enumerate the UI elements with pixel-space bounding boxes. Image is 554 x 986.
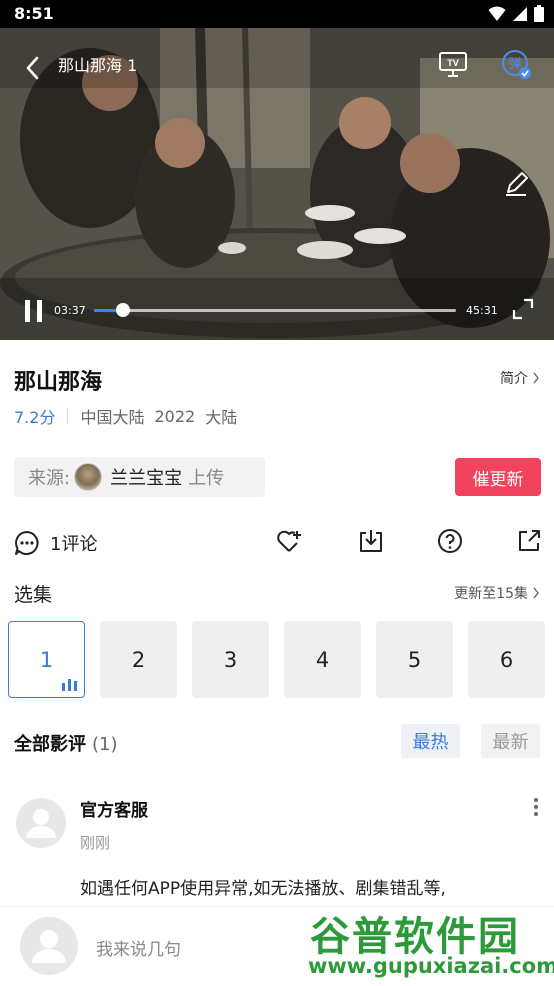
sort-hot-button[interactable]: 最热 (401, 724, 460, 758)
danmu-label: 弹 (508, 57, 521, 72)
chevron-right-icon (533, 372, 539, 384)
show-title: 那山那海 (14, 370, 103, 395)
episode-number: 2 (131, 647, 146, 672)
more-vertical-icon[interactable] (528, 796, 544, 818)
progress-bar[interactable] (94, 303, 456, 317)
watermark-url: www.gupuxiazai.com (308, 954, 554, 978)
meta-divider (67, 408, 69, 424)
episode-list: 1 2 3 4 5 6 (8, 621, 545, 698)
comment-text: 如遇任何APP使用异常,如无法播放、剧集错乱等, (80, 879, 446, 899)
danmu-toggle-icon[interactable]: 弹 (500, 48, 532, 80)
upload-text: 上传 (188, 468, 225, 489)
intro-label: 简介 (500, 371, 528, 387)
download-icon[interactable] (358, 528, 384, 554)
episode-number: 5 (407, 647, 422, 672)
status-time: 8:51 (14, 4, 54, 23)
reviews-count: (1) (92, 734, 118, 755)
playing-bars-icon (62, 679, 77, 691)
comment-time: 刚刚 (80, 834, 111, 852)
svg-text:TV: TV (447, 58, 459, 68)
fullscreen-icon[interactable] (512, 298, 534, 320)
user-avatar (20, 917, 78, 975)
chevron-right-icon (533, 587, 539, 599)
episode-item[interactable]: 1 (8, 621, 85, 698)
total-time: 45:31 (466, 304, 498, 317)
episode-number: 6 (499, 647, 514, 672)
episode-item[interactable]: 5 (376, 621, 453, 698)
episode-item[interactable]: 2 (100, 621, 177, 698)
episode-item[interactable]: 4 (284, 621, 361, 698)
episodes-label: 选集 (14, 584, 53, 606)
back-button[interactable] (20, 54, 48, 82)
year: 2022 (154, 406, 196, 426)
pencil-icon[interactable] (502, 170, 530, 198)
episode-item[interactable]: 3 (192, 621, 269, 698)
comment-avatar[interactable] (16, 798, 66, 848)
battery-icon (534, 5, 544, 22)
source-box[interactable]: 来源: 兰兰宝宝 上传 (14, 457, 265, 497)
wifi-icon (488, 6, 506, 21)
sort-new-button[interactable]: 最新 (481, 724, 540, 758)
episode-number: 3 (223, 647, 238, 672)
urge-update-button[interactable]: 催更新 (455, 458, 541, 496)
episode-number: 1 (39, 647, 54, 672)
action-row: 1评论 (0, 522, 554, 562)
default-avatar-icon (26, 809, 56, 838)
current-time: 03:37 (54, 304, 86, 317)
video-player[interactable]: 那山那海 1 TV 弹 03:37 45:31 (0, 28, 554, 340)
episode-number: 4 (315, 647, 330, 672)
comment-item: 官方客服 刚刚 如遇任何APP使用异常,如无法播放、剧集错乱等, (0, 790, 554, 910)
player-title: 那山那海 1 (58, 56, 138, 75)
progress-thumb[interactable] (115, 303, 130, 317)
reviews-title: 全部影评 (1) (14, 730, 118, 756)
comment-author[interactable]: 官方客服 (80, 796, 148, 821)
share-icon[interactable] (516, 528, 542, 554)
episode-item[interactable]: 6 (468, 621, 545, 698)
watermark: 谷普软件园 www.gupuxiazai.com (304, 898, 554, 984)
pause-button[interactable] (22, 298, 46, 324)
region: 中国大陆 (80, 408, 145, 427)
score: 7.2分 (14, 408, 56, 427)
default-avatar-icon (32, 930, 66, 963)
area: 大陆 (205, 408, 238, 427)
tv-cast-icon[interactable]: TV (438, 50, 468, 78)
status-icons (488, 5, 544, 22)
episodes-more-label: 更新至15集 (454, 586, 528, 602)
signal-icon (513, 6, 527, 21)
reviews-title-label: 全部影评 (14, 734, 86, 755)
meta-row: 7.2分 中国大陆 2022 大陆 (14, 404, 247, 428)
comment-icon[interactable] (14, 530, 40, 556)
comment-input[interactable]: 我来说几句 (96, 935, 181, 960)
uploader-name: 兰兰宝宝 (110, 468, 183, 489)
episodes-more-link[interactable]: 更新至15集 (454, 583, 540, 603)
comment-count[interactable]: 1评论 (50, 530, 97, 556)
help-icon[interactable] (437, 528, 463, 554)
source-label: 来源: (28, 468, 71, 489)
intro-link[interactable]: 简介 (500, 368, 540, 388)
uploader-avatar (74, 463, 103, 491)
status-bar: 8:51 (0, 0, 554, 28)
favorite-add-icon[interactable] (276, 528, 302, 554)
